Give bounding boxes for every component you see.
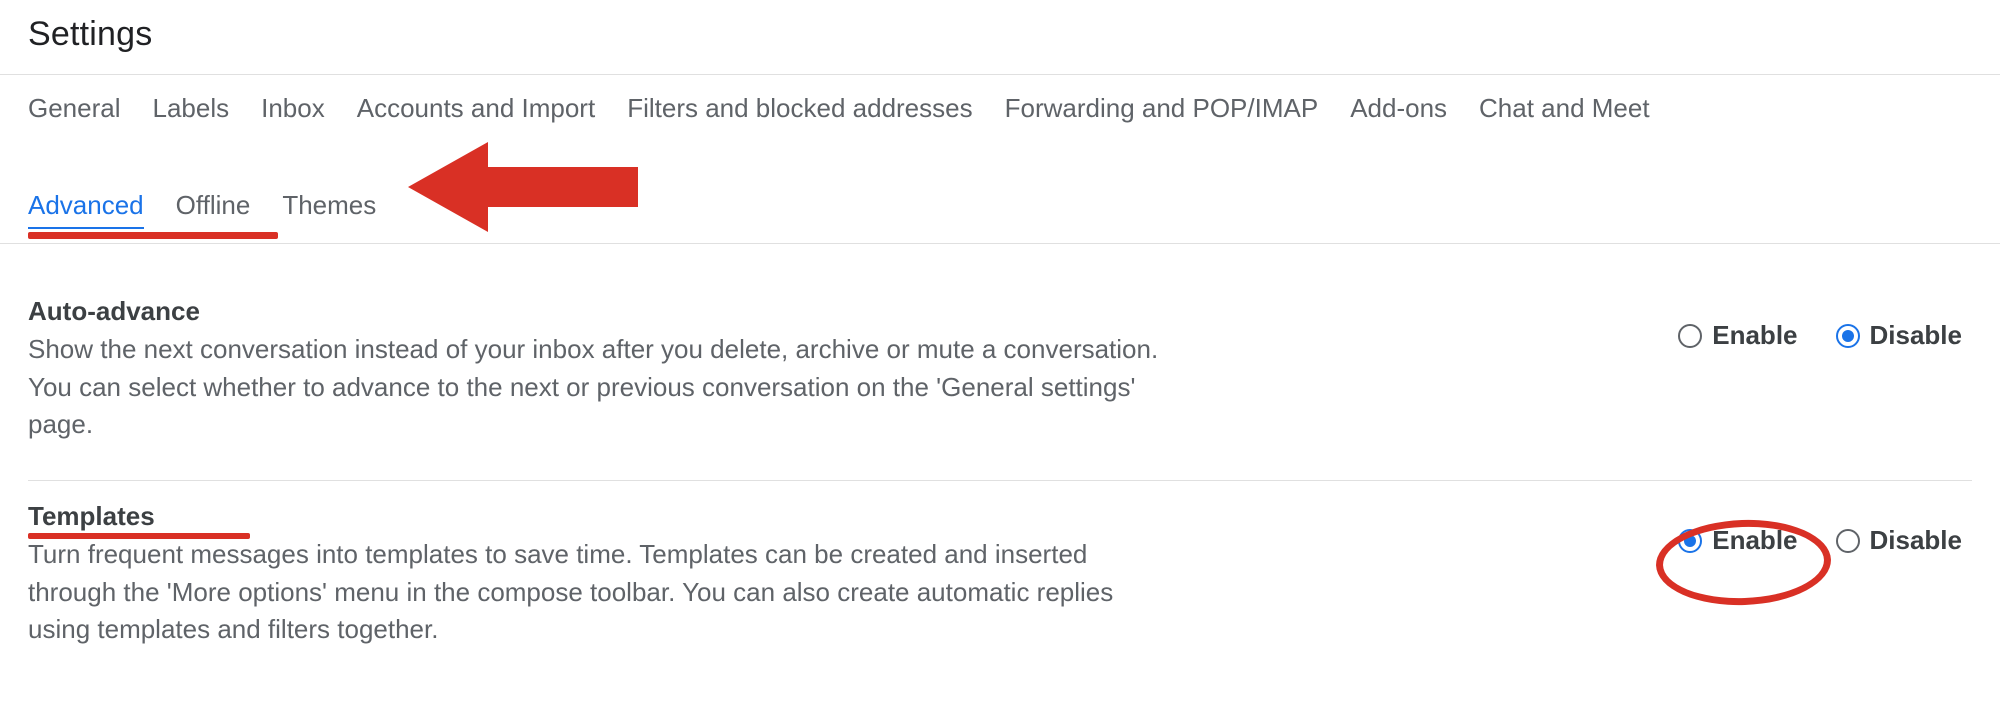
annotation-underline-tabs [28,232,278,239]
page-title: Settings [28,0,1972,74]
tab-accounts-import[interactable]: Accounts and Import [357,93,595,130]
setting-title: Templates [28,501,155,532]
radio-label: Disable [1870,320,1963,351]
radio-group-auto-advance: Enable Disable [1678,296,1972,351]
tab-offline[interactable]: Offline [176,190,251,229]
setting-row-auto-advance: Auto-advance Show the next conversation … [28,276,1972,481]
tabs-nav: General Labels Inbox Accounts and Import… [28,75,1972,229]
tab-inbox[interactable]: Inbox [261,93,325,130]
radio-label: Enable [1712,525,1797,556]
settings-list: Auto-advance Show the next conversation … [28,244,1972,685]
tab-chat-meet[interactable]: Chat and Meet [1479,93,1650,130]
tab-themes[interactable]: Themes [282,190,376,229]
radio-label: Disable [1870,525,1963,556]
tab-general[interactable]: General [28,93,121,130]
radio-enable[interactable]: Enable [1678,320,1797,351]
radio-disable[interactable]: Disable [1836,525,1963,556]
radio-disable[interactable]: Disable [1836,320,1963,351]
tab-addons[interactable]: Add-ons [1350,93,1447,130]
tab-labels[interactable]: Labels [153,93,230,130]
annotation-underline-templates [28,533,250,539]
radio-icon [1836,529,1860,553]
tab-forwarding-pop-imap[interactable]: Forwarding and POP/IMAP [1005,93,1319,130]
radio-enable[interactable]: Enable [1678,525,1797,556]
setting-description: Turn frequent messages into templates to… [28,536,1178,649]
radio-icon [1678,324,1702,348]
setting-info: Templates Turn frequent messages into te… [28,501,1178,649]
radio-icon [1678,529,1702,553]
tab-filters-blocked[interactable]: Filters and blocked addresses [627,93,972,130]
setting-info: Auto-advance Show the next conversation … [28,296,1178,444]
setting-title: Auto-advance [28,296,200,327]
setting-description: Show the next conversation instead of yo… [28,331,1178,444]
setting-row-templates: Templates Turn frequent messages into te… [28,481,1972,685]
radio-label: Enable [1712,320,1797,351]
radio-group-templates: Enable Disable [1678,501,1972,556]
radio-icon [1836,324,1860,348]
tabs-row2: Advanced Offline Themes [28,162,1972,229]
annotation-arrow-icon [408,137,638,237]
tab-advanced[interactable]: Advanced [28,190,144,229]
